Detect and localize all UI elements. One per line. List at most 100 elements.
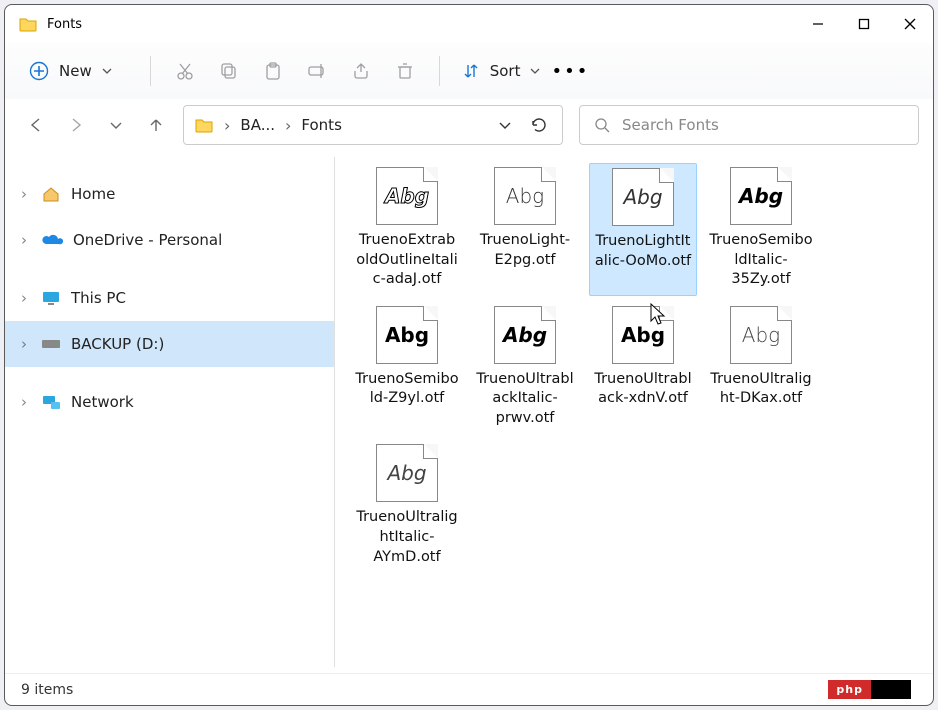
forward-button[interactable] — [65, 114, 87, 136]
explorer-window: Fonts New Sort ••• — [4, 4, 934, 706]
nav-row: › BA... › Fonts Search Fonts — [5, 99, 933, 151]
breadcrumb-seg-2[interactable]: Fonts — [301, 116, 341, 134]
back-button[interactable] — [25, 114, 47, 136]
file-item[interactable]: Abg TruenoLight-E2pg.otf — [471, 163, 579, 296]
rename-button[interactable] — [295, 51, 339, 91]
delete-button[interactable] — [383, 51, 427, 91]
file-item[interactable]: Abg TruenoSemiboldItalic-35Zy.otf — [707, 163, 815, 296]
sidebar-item-label: Home — [71, 185, 115, 203]
body: › Home › OneDrive - Personal › This PC ›… — [5, 151, 933, 673]
font-sample-glyph: Abg — [503, 323, 547, 347]
titlebar: Fonts — [5, 5, 933, 43]
file-item[interactable]: AbgTruenoUltrablackItalic-prwv.otf — [471, 302, 579, 435]
file-name: TruenoLight-E2pg.otf — [473, 231, 577, 270]
sort-button-label: Sort — [490, 62, 521, 80]
cut-button[interactable] — [163, 51, 207, 91]
search-input[interactable]: Search Fonts — [579, 105, 919, 145]
share-button[interactable] — [339, 51, 383, 91]
more-button[interactable]: ••• — [550, 61, 590, 82]
file-name: TruenoExtraboldOutlineItalic-adaJ.otf — [355, 231, 459, 290]
search-placeholder: Search Fonts — [622, 116, 719, 134]
minimize-button[interactable] — [795, 5, 841, 43]
file-item[interactable]: Abg TruenoUltralightItalic-AYmD.otf — [353, 440, 461, 573]
folder-icon — [194, 117, 214, 133]
copy-button[interactable] — [207, 51, 251, 91]
new-button[interactable]: New — [17, 55, 124, 87]
monitor-icon — [41, 290, 61, 306]
font-sample-glyph: Abg — [385, 323, 429, 347]
font-thumbnail: Abg — [376, 167, 438, 225]
file-item[interactable]: AbgTruenoSemibold-Z9yl.otf — [353, 302, 461, 435]
chevron-down-icon — [530, 66, 540, 76]
cloud-icon — [41, 233, 63, 247]
close-button[interactable] — [887, 5, 933, 43]
font-sample-glyph: Abg — [385, 184, 429, 208]
status-text: 9 items — [21, 682, 73, 698]
home-icon — [41, 185, 61, 203]
chevron-right-icon: › — [21, 231, 31, 249]
sidebar-item-onedrive[interactable]: › OneDrive - Personal — [5, 217, 334, 263]
font-sample-glyph: Abg — [621, 323, 665, 347]
chevron-right-icon: › — [21, 393, 31, 411]
paste-button[interactable] — [251, 51, 295, 91]
network-icon — [41, 394, 61, 410]
drive-icon — [41, 338, 61, 350]
breadcrumb-seg-1[interactable]: BA... — [240, 116, 275, 134]
sidebar-item-this-pc[interactable]: › This PC — [5, 275, 334, 321]
sidebar-item-label: This PC — [71, 289, 126, 307]
chevron-right-icon: › — [21, 335, 31, 353]
sort-button[interactable]: Sort — [452, 56, 551, 86]
file-item[interactable]: Abg TruenoUltralight-DKax.otf — [707, 302, 815, 435]
folder-icon — [19, 16, 37, 32]
file-name: TruenoLightItalic-OoMo.otf — [592, 232, 694, 271]
font-thumbnail: Abg — [612, 306, 674, 364]
up-button[interactable] — [145, 114, 167, 136]
window-controls — [795, 5, 933, 43]
file-grid[interactable]: Abg TruenoExtraboldOutlineItalic-adaJ.otf… — [335, 151, 933, 673]
nav-arrows — [25, 114, 167, 136]
chevron-down-icon[interactable] — [498, 118, 512, 132]
sidebar-item-label: OneDrive - Personal — [73, 231, 222, 249]
font-thumbnail: Abg — [376, 306, 438, 364]
sort-icon — [462, 62, 480, 80]
file-item[interactable]: Abg TruenoLightItalic-OoMo.otf — [589, 163, 697, 296]
font-thumbnail: Abg — [730, 306, 792, 364]
font-sample-glyph: Abg — [742, 323, 780, 347]
font-sample-glyph: Abg — [506, 184, 544, 208]
chevron-right-icon[interactable]: › — [285, 116, 291, 135]
file-name: TruenoUltralightItalic-AYmD.otf — [355, 508, 459, 567]
chevron-right-icon[interactable]: › — [224, 116, 230, 135]
sidebar-item-label: Network — [71, 393, 134, 411]
file-name: TruenoUltrablack-xdnV.otf — [591, 370, 695, 409]
font-thumbnail: Abg — [612, 168, 674, 226]
file-name: TruenoSemiboldItalic-35Zy.otf — [709, 231, 813, 290]
window-title: Fonts — [47, 17, 795, 32]
font-sample-glyph: Abg — [739, 184, 783, 208]
new-button-label: New — [59, 62, 92, 80]
sidebar-item-backup-drive[interactable]: › BACKUP (D:) — [5, 321, 334, 367]
address-bar[interactable]: › BA... › Fonts — [183, 105, 563, 145]
chevron-down-icon — [102, 66, 112, 76]
font-sample-glyph: Abg — [387, 461, 426, 485]
font-thumbnail: Abg — [376, 444, 438, 502]
chevron-right-icon: › — [21, 289, 31, 307]
toolbar-separator — [439, 56, 440, 86]
plus-circle-icon — [29, 61, 49, 81]
sidebar-item-label: BACKUP (D:) — [71, 335, 164, 353]
font-thumbnail: Abg — [730, 167, 792, 225]
font-thumbnail: Abg — [494, 306, 556, 364]
font-thumbnail: Abg — [494, 167, 556, 225]
statusbar: 9 items php — [5, 673, 933, 705]
sidebar-item-home[interactable]: › Home — [5, 171, 334, 217]
sidebar-item-network[interactable]: › Network — [5, 379, 334, 425]
recent-button[interactable] — [105, 114, 127, 136]
file-item[interactable]: Abg TruenoExtraboldOutlineItalic-adaJ.otf — [353, 163, 461, 296]
file-name: TruenoUltralight-DKax.otf — [709, 370, 813, 409]
file-item[interactable]: Abg TruenoUltrablack-xdnV.otf — [589, 302, 697, 435]
maximize-button[interactable] — [841, 5, 887, 43]
search-icon — [594, 117, 610, 133]
refresh-icon[interactable] — [530, 116, 548, 134]
font-sample-glyph: Abg — [623, 185, 662, 209]
toolbar-separator — [150, 56, 151, 86]
chevron-right-icon: › — [21, 185, 31, 203]
